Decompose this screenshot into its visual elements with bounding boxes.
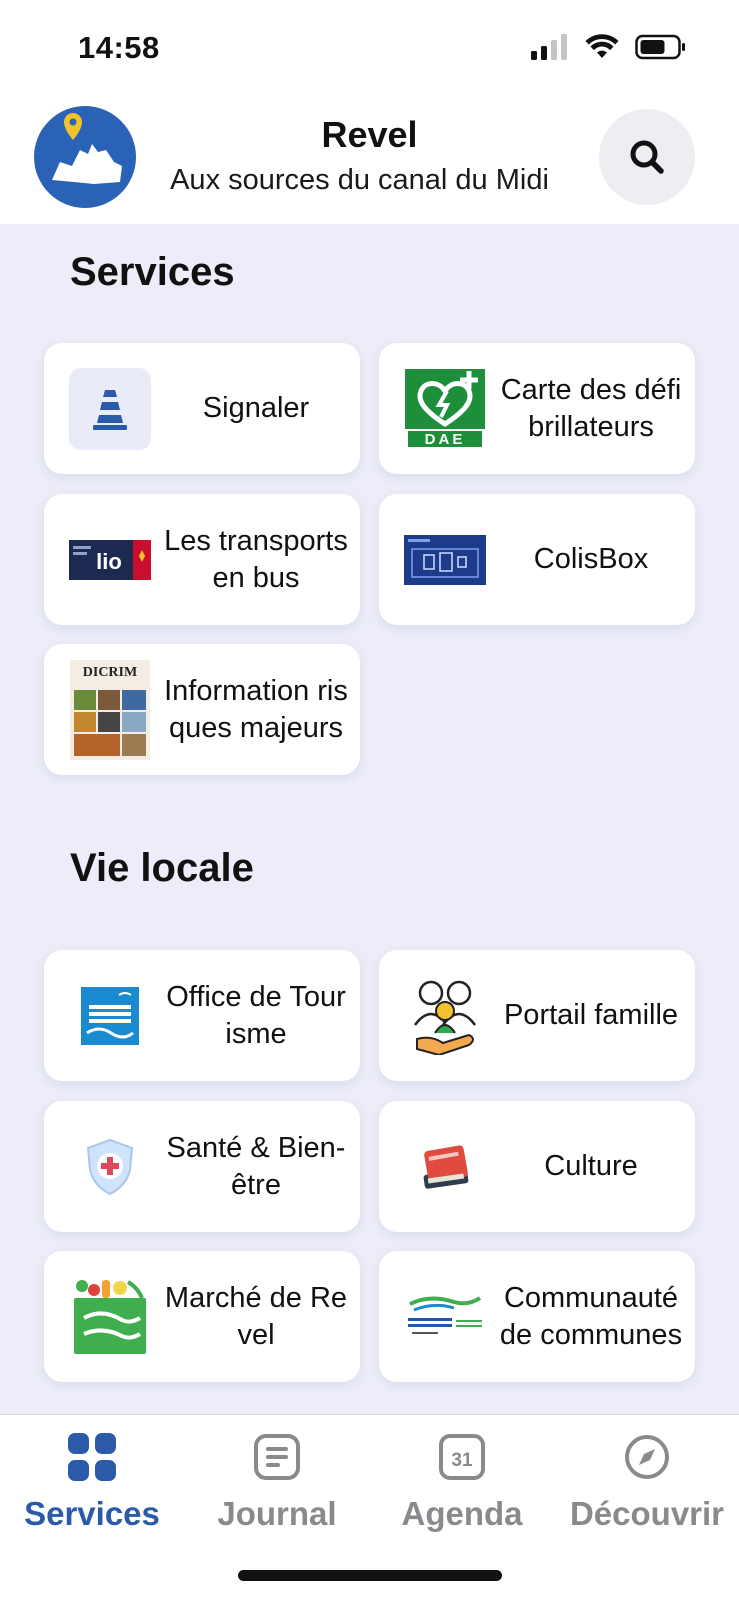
revel-logo[interactable] (34, 106, 136, 208)
service-card-label: ColisBox (533, 543, 649, 575)
service-card-tourisme[interactable]: Office de Tourisme (44, 950, 360, 1081)
tab-label: Découvrir (569, 1495, 725, 1532)
search-button[interactable] (599, 109, 695, 205)
service-card-label: Information risques majeurs (164, 674, 348, 744)
service-card-label: Signaler (202, 392, 310, 424)
battery-icon (635, 34, 685, 60)
service-card-label: Portail famille (503, 999, 679, 1031)
tab-decouvrir[interactable]: Découvrir (555, 1431, 739, 1533)
service-card-label: Culture (544, 1150, 638, 1182)
grid-icon (68, 1433, 116, 1481)
compass-icon (625, 1435, 669, 1479)
service-card-communaute[interactable]: Communauté de communes (379, 1251, 695, 1382)
svg-text:lio: lio (96, 549, 122, 574)
colisbox-image (404, 534, 486, 585)
status-time: 14:58 (78, 30, 160, 65)
tab-agenda[interactable]: 31 Agenda (370, 1431, 554, 1533)
tab-journal[interactable]: Journal (185, 1431, 369, 1533)
service-card-transports[interactable]: lio Les transports en bus (44, 494, 360, 625)
calendar-icon: 31 (439, 1434, 485, 1480)
defibrillator-icon: DAE (405, 368, 485, 449)
service-card-label: Communauté de communes (499, 1281, 683, 1351)
service-card-label: Marché de Revel (164, 1281, 348, 1351)
dicrim-image: DICRIM (70, 659, 150, 760)
svg-text:31: 31 (451, 1450, 473, 1471)
svg-text:DAE: DAE (425, 431, 466, 448)
service-card-label: Carte des défibrillateurs (500, 373, 682, 443)
books-icon (423, 1144, 469, 1189)
bus-transport-logo: lio (69, 539, 151, 580)
search-icon (630, 140, 664, 174)
revel-logo-icon (52, 113, 122, 184)
service-card-culture[interactable]: Culture (379, 1101, 695, 1232)
wifi-icon (585, 34, 619, 58)
page-subtitle: Aux sources du canal du Midi (170, 164, 549, 196)
family-icon (413, 980, 477, 1055)
home-indicator[interactable] (238, 1570, 502, 1581)
section-title-vie-locale: Vie locale (70, 846, 254, 890)
tab-label: Services (24, 1495, 160, 1532)
service-card-signaler[interactable]: Signaler (44, 343, 360, 474)
community-logo (408, 1295, 482, 1334)
app-header: Revel Aux sources du canal du Midi (0, 100, 739, 224)
service-card-defibrillateurs[interactable]: DAE Carte des défibrillateurs (379, 343, 695, 474)
service-card-label: Office de Tourisme (166, 980, 346, 1050)
market-basket-icon (74, 1279, 146, 1354)
cone-icon (93, 389, 127, 430)
service-card-marche[interactable]: Marché de Revel (44, 1251, 360, 1382)
svg-text:DICRIM: DICRIM (83, 665, 137, 680)
service-card-portail-famille[interactable]: Portail famille (379, 950, 695, 1081)
tab-label: Journal (217, 1495, 337, 1532)
signal-icon (531, 34, 567, 60)
section-title-services: Services (70, 250, 235, 294)
page-title: Revel (321, 114, 418, 155)
newspaper-icon (254, 1434, 300, 1480)
service-card-label: Les transports en bus (164, 524, 348, 594)
tab-services[interactable]: Services (0, 1431, 184, 1533)
service-card-risques[interactable]: DICRIM Information risques majeurs (44, 644, 360, 775)
health-shield-icon (86, 1138, 134, 1195)
tourism-office-logo (81, 986, 139, 1045)
service-card-sante[interactable]: Santé & Bien-être (44, 1101, 360, 1232)
service-card-colisbox[interactable]: ColisBox (379, 494, 695, 625)
service-card-label: Santé & Bien-être (166, 1131, 346, 1201)
status-bar: 14:58 (0, 0, 739, 100)
tab-label: Agenda (401, 1495, 523, 1532)
